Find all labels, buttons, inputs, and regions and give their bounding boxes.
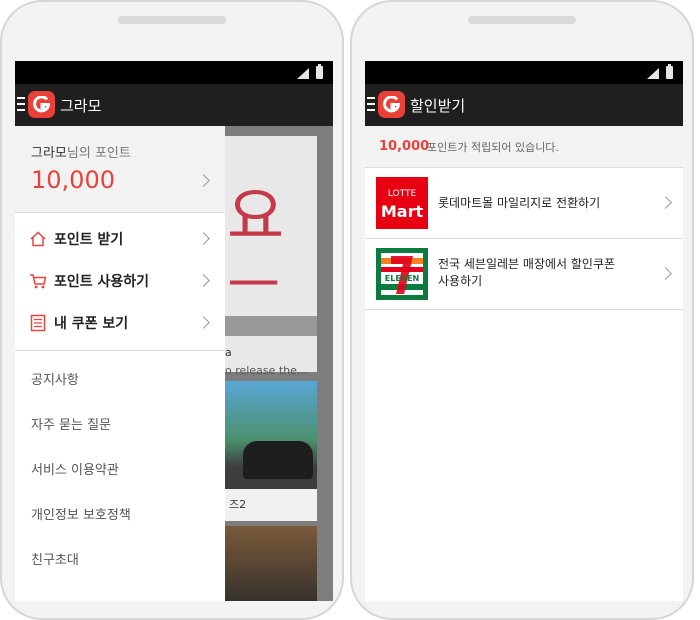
points-notice: 10,000 포인트가 적립되어 있습니다.	[365, 126, 683, 168]
eleven-logo-text: ELEVEN	[385, 274, 419, 283]
signal-icon	[647, 68, 659, 79]
navigation-drawer: 그라모님의 포인트 10,000 포인트 받기 포인트 사용하기 내 쿠폰 보기…	[15, 126, 225, 601]
points-title: 그라모님의 포인트	[31, 142, 131, 161]
link-terms[interactable]: 서비스 이용약관	[31, 459, 119, 478]
list-icon	[30, 314, 46, 332]
background-text: a	[225, 346, 232, 359]
menu-icon[interactable]	[367, 97, 375, 113]
menu-item-label: 포인트 받기	[54, 232, 124, 248]
right-screen: 할인받기 10,000 포인트가 적립되어 있습니다. LOTTE Mart 롯…	[365, 61, 683, 601]
notice-text: 포인트가 적립되어 있습니다.	[427, 141, 559, 154]
menu-item-label: 포인트 사용하기	[54, 274, 150, 290]
background-bar	[225, 316, 317, 336]
link-invite-friends[interactable]: 친구초대	[31, 549, 79, 568]
drawer-menu: 포인트 받기 포인트 사용하기 내 쿠폰 보기	[15, 213, 225, 351]
link-faq[interactable]: 자주 묻는 질문	[31, 414, 111, 433]
app-logo-icon	[28, 91, 55, 118]
chevron-right-icon	[659, 267, 672, 280]
notice-points-value: 10,000	[379, 139, 430, 154]
background-image	[225, 381, 317, 489]
app-bar: 그라모	[15, 84, 333, 126]
app-title: 그라모	[60, 97, 102, 115]
battery-icon	[316, 64, 323, 79]
link-privacy[interactable]: 개인정보 보호정책	[31, 504, 131, 523]
right-phone-frame: 할인받기 10,000 포인트가 적립되어 있습니다. LOTTE Mart 롯…	[350, 0, 694, 620]
points-summary[interactable]: 그라모님의 포인트 10,000	[15, 126, 225, 213]
status-bar	[365, 61, 683, 84]
app-bar: 할인받기	[365, 84, 683, 126]
discount-page: 10,000 포인트가 적립되어 있습니다. LOTTE Mart 롯데마트몰 …	[365, 126, 683, 601]
car-image	[243, 441, 313, 479]
left-phone-frame: 그라모 요 ㅡ a o release the... 즈2 그라모님의 포인트 …	[0, 0, 344, 620]
item-label: 롯데마트몰 마일리지로 전환하기	[438, 196, 601, 210]
background-glyph: 요	[227, 180, 285, 253]
menu-item-use-points[interactable]: 포인트 사용하기	[15, 261, 225, 301]
chevron-right-icon	[197, 274, 210, 287]
background-image	[225, 526, 317, 601]
cart-icon	[30, 274, 47, 289]
points-suffix: 님의 포인트	[66, 146, 131, 161]
app-title: 할인받기	[410, 97, 466, 115]
menu-item-receive-points[interactable]: 포인트 받기	[15, 219, 225, 259]
status-bar	[15, 61, 333, 84]
signal-icon	[297, 68, 309, 79]
item-label-line1: 전국 세븐일레븐 매장에서 할인쿠폰	[438, 257, 616, 271]
menu-item-label: 내 쿠폰 보기	[54, 316, 129, 332]
background-glyph: ㅡ	[227, 251, 281, 319]
list-item-lotte-mart[interactable]: LOTTE Mart 롯데마트몰 마일리지로 전환하기	[365, 168, 683, 239]
chevron-right-icon	[659, 196, 672, 209]
speaker-slot	[118, 16, 226, 24]
chevron-right-icon	[197, 174, 210, 187]
points-user: 그라모	[31, 146, 67, 161]
lotte-mart-logo: LOTTE Mart	[376, 177, 428, 229]
background-text: 즈2	[229, 498, 247, 511]
app-logo-icon	[378, 91, 405, 118]
item-label-line2: 사용하기	[438, 274, 483, 288]
speaker-slot	[468, 16, 576, 24]
left-screen: 그라모 요 ㅡ a o release the... 즈2 그라모님의 포인트 …	[15, 61, 333, 601]
menu-item-my-coupons[interactable]: 내 쿠폰 보기	[15, 303, 225, 343]
background-content: 요 ㅡ a o release the... 즈2	[225, 126, 333, 601]
link-notices[interactable]: 공지사항	[31, 369, 79, 388]
list-item-seven-eleven[interactable]: ELEVEN 전국 세븐일레븐 매장에서 할인쿠폰 사용하기	[365, 239, 683, 310]
background-card: 요 ㅡ a o release the...	[225, 136, 317, 377]
chevron-right-icon	[197, 232, 210, 245]
home-icon	[30, 231, 46, 247]
lotte-logo-text: LOTTE	[388, 189, 417, 199]
points-value: 10,000	[31, 166, 115, 194]
battery-icon	[666, 64, 673, 79]
seven-eleven-logo: ELEVEN	[376, 248, 428, 300]
menu-icon[interactable]	[17, 97, 25, 113]
background-text: o release the...	[225, 364, 308, 377]
mart-logo-text: Mart	[381, 202, 424, 221]
chevron-right-icon	[197, 316, 210, 329]
